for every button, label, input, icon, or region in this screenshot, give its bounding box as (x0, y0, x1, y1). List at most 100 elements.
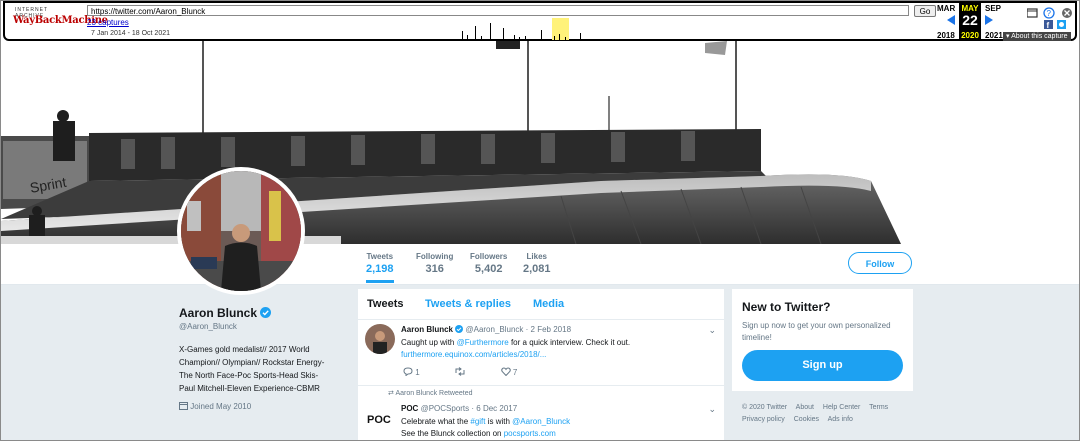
captures-link[interactable]: 23 captures (87, 18, 129, 27)
tab-media[interactable]: Media (533, 298, 564, 310)
verified-icon (455, 325, 464, 333)
profile-bio: X-Games gold medalist// 2017 World Champ… (179, 343, 349, 395)
footer-link-help[interactable]: Help Center (823, 404, 860, 411)
footer-link-about[interactable]: About (796, 404, 814, 411)
avatar-photo (181, 171, 301, 291)
tweet-text-post: for a quick interview. Check it out. (508, 338, 631, 347)
tweet-hashtag[interactable]: #gift (470, 417, 485, 426)
bio-line: Champion// Olympian// Rockstar Energy- (179, 358, 325, 367)
tweet-avatar-photo (365, 324, 395, 354)
retweet-icon[interactable] (454, 367, 468, 377)
help-icon[interactable]: ? (1043, 7, 1055, 19)
prev-year[interactable]: 2018 (937, 31, 955, 40)
tweet-link[interactable]: pocsports.com (504, 429, 556, 438)
signup-button[interactable]: Sign up (742, 350, 903, 381)
window-icon[interactable] (1026, 8, 1038, 18)
profile-name-text: Aaron Blunck (179, 306, 258, 320)
prev-arrow-icon[interactable] (947, 15, 955, 25)
tweet-line2: See the Blunck collection on (401, 429, 504, 438)
current-capture: MAY 22 2020 (959, 3, 981, 41)
reply-icon[interactable] (403, 367, 415, 377)
stat-following[interactable]: Following 316 (416, 252, 453, 275)
stat-followers[interactable]: Followers 5,402 (470, 252, 507, 275)
reply-count: 1 (415, 368, 420, 377)
stat-label: Tweets (366, 252, 394, 261)
chevron-down-icon[interactable]: ⌄ (708, 404, 716, 415)
profile-name: Aaron Blunck (179, 306, 272, 320)
tweet-date[interactable]: · 6 Dec 2017 (471, 404, 517, 413)
stat-tweets[interactable]: Tweets 2,198 (366, 252, 394, 283)
tweet-mention[interactable]: @Aaron_Blunck (512, 417, 570, 426)
stat-value: 2,081 (523, 263, 551, 275)
prev-month[interactable]: MAR (937, 4, 955, 13)
tweet-handle[interactable]: @POCSports (421, 404, 470, 413)
current-year: 2020 (961, 31, 979, 40)
footer-link-cookies[interactable]: Cookies (794, 416, 819, 423)
tweet-header: Aaron Blunck @Aaron_Blunck · 2 Feb 2018 (401, 325, 571, 334)
joined-text: Joined May 2010 (190, 402, 252, 411)
stat-likes[interactable]: Likes 2,081 (523, 252, 551, 275)
avatar[interactable] (177, 167, 305, 295)
tweet-avatar[interactable] (365, 324, 395, 354)
footer-links: © 2020 Twitter About Help Center Terms P… (742, 402, 912, 426)
tweet-author[interactable]: Aaron Blunck (401, 325, 453, 334)
stat-label: Following (416, 252, 454, 261)
calendar-icon (179, 402, 188, 410)
next-year[interactable]: 2021 (985, 31, 1003, 40)
bio-line: X-Games gold medalist// 2017 World (179, 345, 310, 354)
profile-handle[interactable]: @Aaron_Blunck (179, 322, 237, 331)
wayback-logo[interactable]: INTERNET ARCHIVE WayBackMachine (13, 7, 108, 37)
svg-text:?: ? (1047, 9, 1052, 18)
tweet-author[interactable]: POC (401, 404, 418, 413)
tweet-avatar[interactable]: POC (365, 406, 395, 436)
tweet-date[interactable]: · 2 Feb 2018 (526, 325, 571, 334)
tab-tweets[interactable]: Tweets (367, 298, 403, 310)
follow-button[interactable]: Follow (848, 252, 912, 274)
capture-sparkline[interactable] (185, 18, 935, 40)
footer-row: Privacy policy Cookies Ads info (742, 414, 912, 426)
stat-value: 2,198 (366, 263, 394, 275)
chevron-down-icon[interactable]: ⌄ (708, 325, 716, 336)
tweet-text: Celebrate what the #gift is with @Aaron_… (401, 416, 711, 440)
footer-row: © 2020 Twitter About Help Center Terms (742, 402, 912, 414)
facebook-icon[interactable]: f (1044, 20, 1053, 30)
next-arrow-icon[interactable] (985, 15, 993, 25)
profile-nav: Tweets 2,198 Following 316 Followers 5,4… (1, 244, 1079, 285)
tweet-link[interactable]: furthermore.equinox.com/articles/2018/..… (401, 350, 546, 359)
about-capture-button[interactable]: ▾ About this capture (1003, 32, 1071, 41)
twitter-icon[interactable] (1057, 20, 1066, 29)
tweet-mention[interactable]: @Furthermore (457, 338, 509, 347)
tweet-text-pre: Caught up with (401, 338, 457, 347)
tweet-actions: 1 7 (403, 367, 517, 377)
tweet-handle[interactable]: @Aaron_Blunck (465, 325, 523, 334)
tweet-item[interactable]: ⇄ Aaron Blunck Retweeted POC POC @POCSpo… (358, 386, 724, 440)
joined-date: Joined May 2010 (179, 401, 251, 411)
close-icon[interactable] (1062, 8, 1072, 18)
stat-value: 5,402 (474, 263, 503, 275)
like-icon[interactable] (500, 367, 513, 377)
poc-logo-text: POC (367, 414, 391, 426)
stat-value: 316 (425, 263, 444, 275)
signup-title: New to Twitter? (742, 300, 831, 314)
footer-link-privacy[interactable]: Privacy policy (742, 416, 785, 423)
bio-line: Paul Mitchell-Eleven Experience-CBMR (179, 384, 320, 393)
tweet-item[interactable]: Aaron Blunck @Aaron_Blunck · 2 Feb 2018 … (358, 319, 724, 386)
retweet-label[interactable]: Aaron Blunck Retweeted (395, 390, 472, 397)
signup-subtitle: Sign up now to get your own personalized… (742, 321, 891, 342)
bio-line: The North Face-Poc Sports-Head Skis- (179, 371, 319, 380)
footer-link-terms[interactable]: Terms (869, 404, 888, 411)
timeline: Tweets Tweets & replies Media Aaron Blun… (358, 289, 724, 440)
retweet-context: ⇄ Aaron Blunck Retweeted (388, 389, 472, 397)
browser-frame: INTERNET ARCHIVE WayBackMachine https://… (0, 0, 1080, 441)
svg-text:f: f (1047, 21, 1050, 30)
signup-box: New to Twitter? Sign up now to get your … (732, 289, 913, 391)
header-photo: Sprint (1, 41, 1079, 244)
go-button[interactable]: Go (914, 5, 936, 17)
next-month[interactable]: SEP (985, 4, 1001, 13)
timeline-tabs: Tweets Tweets & replies Media (358, 289, 724, 320)
stat-label: Likes (526, 252, 547, 261)
tab-tweets-replies[interactable]: Tweets & replies (425, 298, 511, 310)
footer-link-ads[interactable]: Ads info (828, 416, 853, 423)
url-input[interactable]: https://twitter.com/Aaron_Blunck (87, 5, 909, 16)
footer-copyright: © 2020 Twitter (742, 404, 788, 411)
